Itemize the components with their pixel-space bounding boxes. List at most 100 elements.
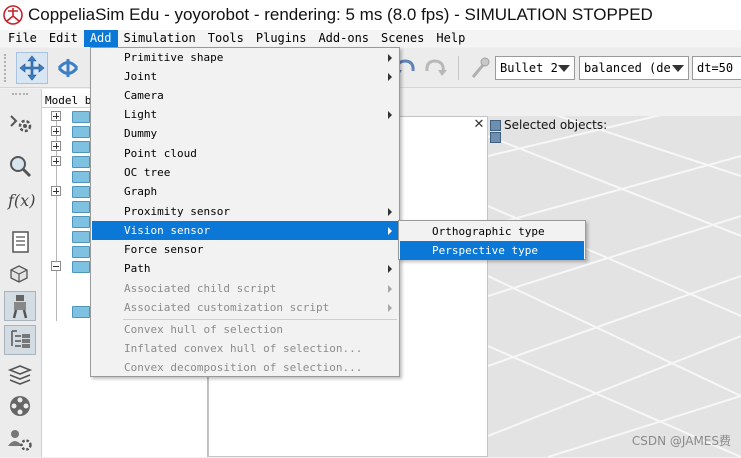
person-gear-icon bbox=[8, 430, 32, 451]
hierarchy-list-icon bbox=[11, 330, 30, 348]
vision-sensor-submenu: Orthographic type Perspective type bbox=[398, 220, 586, 260]
submenu-arrow-icon bbox=[388, 227, 392, 235]
folder-icon bbox=[72, 216, 90, 228]
layers-icon bbox=[7, 365, 33, 385]
submenu-arrow-icon bbox=[388, 73, 392, 81]
user-settings-button[interactable] bbox=[4, 425, 36, 455]
layers-button[interactable] bbox=[4, 359, 36, 389]
robot-icon bbox=[12, 295, 28, 319]
expand-plus-icon[interactable] bbox=[51, 141, 61, 151]
film-reel-icon bbox=[10, 396, 30, 416]
model-browser-button[interactable] bbox=[4, 291, 36, 321]
panel-float-icon[interactable] bbox=[490, 120, 501, 131]
physics-engine-value: Bullet 2 bbox=[500, 61, 558, 75]
title-bar: CoppeliaSim Edu - yoyorobot - rendering:… bbox=[0, 0, 741, 30]
scene-zoom-button[interactable] bbox=[4, 151, 36, 181]
panel-dock-icon[interactable] bbox=[490, 132, 501, 143]
camera-pan-button[interactable] bbox=[16, 52, 48, 84]
floor-grid bbox=[488, 116, 741, 457]
menu-item-convex-hull[interactable]: Convex hull of selection bbox=[92, 320, 398, 339]
menu-item-light[interactable]: Light bbox=[92, 105, 398, 124]
menu-help[interactable]: Help bbox=[430, 30, 471, 47]
toolbar-grip bbox=[4, 54, 10, 82]
redo-button[interactable] bbox=[420, 52, 452, 84]
folder-icon bbox=[72, 246, 90, 258]
menu-item-orthographic-type[interactable]: Orthographic type bbox=[400, 222, 584, 241]
collapse-minus-icon[interactable] bbox=[51, 261, 61, 271]
move-arrows-icon bbox=[19, 55, 45, 81]
shape-edit-button[interactable] bbox=[4, 259, 36, 289]
menu-bar: File Edit Add Simulation Tools Plugins A… bbox=[0, 30, 741, 47]
expand-plus-icon[interactable] bbox=[51, 126, 61, 136]
folder-icon bbox=[72, 186, 90, 198]
magnifier-icon bbox=[10, 156, 32, 178]
expand-plus-icon[interactable] bbox=[51, 156, 61, 166]
menu-item-inflated-convex-hull[interactable]: Inflated convex hull of selection... bbox=[92, 339, 398, 358]
watermark-text: CSDN @JAMES费 bbox=[631, 434, 731, 448]
menu-item-convex-decomposition[interactable]: Convex decomposition of selection... bbox=[92, 358, 398, 377]
engine-mode-value: balanced (de bbox=[584, 61, 671, 75]
menu-item-force-sensor[interactable]: Force sensor bbox=[92, 240, 398, 259]
add-menu-dropdown: Primitive shape Joint Camera Light Dummy… bbox=[90, 47, 400, 377]
menu-simulation[interactable]: Simulation bbox=[118, 30, 202, 47]
simulation-settings-button[interactable] bbox=[4, 109, 36, 139]
menu-item-proximity-sensor[interactable]: Proximity sensor bbox=[92, 202, 398, 221]
close-icon[interactable]: ✕ bbox=[472, 118, 486, 132]
scene-hierarchy-button[interactable] bbox=[4, 325, 36, 355]
submenu-arrow-icon bbox=[388, 111, 392, 119]
video-recorder-button[interactable] bbox=[4, 391, 36, 421]
menu-plugins[interactable]: Plugins bbox=[250, 30, 313, 47]
dynamics-toggle-button[interactable] bbox=[464, 52, 496, 84]
folder-icon bbox=[72, 141, 90, 153]
calc-modules-button[interactable]: f(x) bbox=[4, 185, 36, 215]
dynamics-icon bbox=[471, 57, 490, 78]
menu-tools[interactable]: Tools bbox=[202, 30, 250, 47]
chevron-down-icon bbox=[672, 65, 684, 72]
menu-add[interactable]: Add bbox=[83, 30, 118, 47]
menu-addons[interactable]: Add-ons bbox=[312, 30, 375, 47]
submenu-arrow-icon bbox=[388, 54, 392, 62]
time-step-select[interactable]: dt=50 m bbox=[692, 56, 741, 80]
expand-plus-icon[interactable] bbox=[51, 111, 61, 121]
menu-item-primitive-shape[interactable]: Primitive shape bbox=[92, 48, 398, 67]
submenu-arrow-icon bbox=[388, 304, 392, 312]
submenu-arrow-icon bbox=[388, 208, 392, 216]
document-icon bbox=[12, 231, 29, 253]
submenu-arrow-icon bbox=[388, 265, 392, 273]
menu-item-joint[interactable]: Joint bbox=[92, 67, 398, 86]
coppeliasim-logo-icon bbox=[3, 5, 23, 25]
menu-item-associated-customization-script[interactable]: Associated customization script bbox=[92, 298, 398, 317]
folder-icon bbox=[72, 201, 90, 213]
menu-item-associated-child-script[interactable]: Associated child script bbox=[92, 279, 398, 298]
menu-item-oc-tree[interactable]: OC tree bbox=[92, 163, 398, 182]
script-button[interactable] bbox=[4, 227, 36, 257]
folder-icon bbox=[72, 171, 90, 183]
menu-item-camera[interactable]: Camera bbox=[92, 86, 398, 105]
physics-engine-select[interactable]: Bullet 2 bbox=[495, 56, 575, 80]
menu-item-dummy[interactable]: Dummy bbox=[92, 124, 398, 143]
submenu-arrow-icon bbox=[388, 285, 392, 293]
toolbar-grip bbox=[12, 93, 28, 97]
svg-text:f(x): f(x) bbox=[7, 191, 35, 210]
expand-plus-icon[interactable] bbox=[51, 186, 61, 196]
menu-item-vision-sensor[interactable]: Vision sensor bbox=[92, 221, 398, 240]
folder-icon bbox=[72, 111, 90, 123]
folder-icon bbox=[72, 306, 90, 318]
scene-viewport[interactable] bbox=[488, 116, 741, 457]
menu-item-graph[interactable]: Graph bbox=[92, 182, 398, 201]
menu-item-point-cloud[interactable]: Point cloud bbox=[92, 144, 398, 163]
folder-icon bbox=[72, 126, 90, 138]
menu-file[interactable]: File bbox=[0, 30, 43, 47]
redo-icon bbox=[425, 59, 447, 76]
folder-icon bbox=[72, 156, 90, 168]
folder-icon bbox=[72, 231, 90, 243]
camera-rotate-button[interactable] bbox=[52, 52, 84, 84]
selected-objects-label: Selected objects: bbox=[504, 118, 608, 132]
menu-item-path[interactable]: Path bbox=[92, 259, 398, 278]
time-step-value: dt=50 m bbox=[697, 61, 741, 75]
menu-scenes[interactable]: Scenes bbox=[375, 30, 430, 47]
left-toolbar: f(x) bbox=[0, 89, 42, 457]
engine-mode-select[interactable]: balanced (de bbox=[579, 56, 689, 80]
menu-item-perspective-type[interactable]: Perspective type bbox=[400, 241, 584, 260]
menu-edit[interactable]: Edit bbox=[43, 30, 84, 47]
